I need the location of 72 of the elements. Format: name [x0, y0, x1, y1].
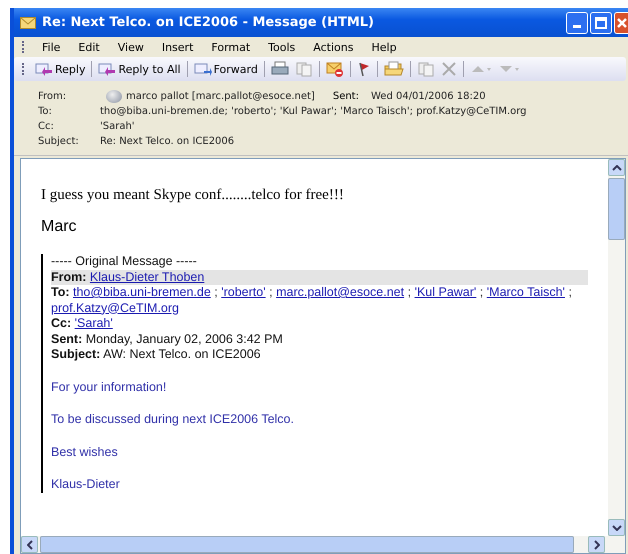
maximize-button[interactable]: [590, 12, 612, 34]
forward-button[interactable]: Forward: [190, 62, 261, 76]
sent-date: Monday, January 02, 2006 3:42 PM: [86, 332, 283, 346]
message-text: Klaus-Dieter: [51, 477, 121, 492]
close-button[interactable]: [614, 12, 628, 34]
recipient-link[interactable]: 'Kul Pawar': [414, 285, 476, 299]
sender-text: marco pallot [marc.pallot@esoce.net]: [126, 91, 315, 102]
subject-text: AW: Next Telco. on ICE2006: [103, 347, 261, 361]
minimize-icon: [573, 24, 581, 28]
scroll-thumb[interactable]: [608, 178, 625, 240]
maximize-icon: [595, 16, 607, 28]
chevron-up-icon: [612, 164, 622, 170]
recipient-link[interactable]: 'roberto': [221, 285, 266, 299]
subject-text: Re: Next Telco. on ICE2006: [100, 136, 234, 147]
menu-item[interactable]: File: [34, 40, 68, 54]
menu-item[interactable]: Help: [363, 40, 405, 54]
minimize-button[interactable]: [566, 12, 588, 34]
chevron-down-icon: [612, 524, 622, 530]
message-text: I guess you meant Skype conf........telco for free!!!: [41, 187, 345, 204]
chevron-right-icon: [594, 540, 600, 550]
recipient-link[interactable]: tho@biba.uni-bremen.de: [73, 285, 211, 299]
field-label: Cc:: [38, 121, 55, 132]
recipient-link[interactable]: prof.Katzy@CeTIM.org: [51, 300, 180, 314]
field-label: Cc:: [51, 316, 72, 330]
chevron-left-icon: [26, 540, 32, 550]
sender-link[interactable]: Klaus-Dieter Thoben: [90, 270, 204, 284]
scroll-left-button[interactable]: [21, 536, 38, 553]
message-text: Best wishes: [51, 444, 119, 460]
reply-all-button[interactable]: Reply to All: [95, 62, 184, 76]
separator-text: ;: [480, 285, 484, 299]
message-text: For your information!: [51, 380, 168, 395]
menu-item[interactable]: Edit: [70, 40, 108, 54]
window-title: Re: Next Telco. on ICE2006 - Message (HTML): [42, 15, 374, 30]
recipient-link[interactable]: marc.pallot@esoce.net: [276, 285, 404, 299]
avatar-icon: [106, 90, 122, 103]
field-label: Subject:: [51, 347, 100, 361]
quote-heading: ----- Original Message -----: [51, 254, 198, 270]
field-label: Subject:: [38, 136, 80, 147]
field-label: From:: [51, 270, 86, 284]
menu-item[interactable]: View: [110, 40, 152, 54]
field-label: Sent:: [332, 91, 359, 102]
forward-icon: [194, 62, 212, 76]
grip-handle[interactable]: [22, 63, 26, 75]
separator-text: ;: [568, 285, 572, 299]
cc-link[interactable]: 'Sarah': [74, 316, 113, 330]
menu-item[interactable]: Tools: [260, 40, 304, 54]
separator-text: ;: [214, 285, 218, 299]
field-label: Sent:: [51, 332, 82, 346]
reply-button[interactable]: Reply: [32, 62, 88, 76]
vertical-scrollbar[interactable]: [608, 159, 625, 536]
field-label: To:: [38, 106, 53, 117]
field-label: From:: [38, 91, 68, 102]
menu-item[interactable]: Format: [203, 40, 258, 54]
reply-icon: [35, 62, 53, 76]
cc-text: 'Sarah': [100, 121, 135, 132]
close-icon: [616, 16, 628, 28]
signature-text: Marc: [41, 218, 78, 236]
separator-text: ;: [408, 285, 412, 299]
field-label: To:: [51, 285, 70, 299]
menu-item[interactable]: Actions: [305, 40, 362, 54]
sent-date: Wed 04/01/2006 18:20: [370, 91, 486, 102]
menu-item[interactable]: Insert: [154, 40, 202, 54]
envelope-icon: [20, 16, 36, 28]
reply-icon: [98, 62, 116, 76]
scroll-down-button[interactable]: [608, 519, 625, 536]
scroll-right-button[interactable]: [588, 536, 605, 553]
recipient-link[interactable]: 'Marco Taisch': [486, 285, 565, 299]
separator-text: ;: [269, 285, 273, 299]
scroll-up-button[interactable]: [608, 159, 625, 176]
grip-handle[interactable]: [22, 41, 26, 53]
recipients-text: tho@biba.uni-bremen.de; 'roberto'; 'Kul Pawar'; 'Marco Taisch'; prof.Katzy@CeTIM.org: [100, 106, 527, 117]
message-text: To be discussed during next ICE2006 Telco.: [51, 412, 295, 428]
